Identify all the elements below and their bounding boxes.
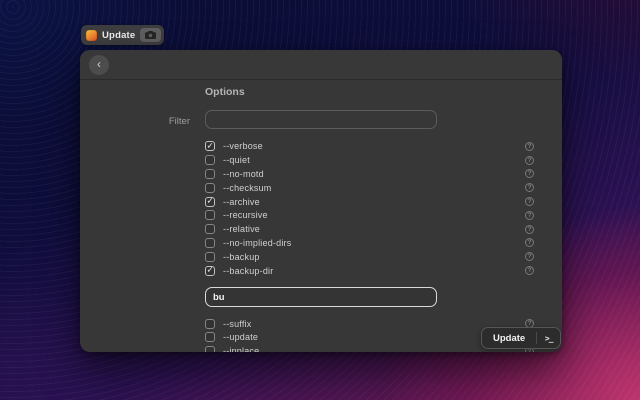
option-row: ✓ --checksum? [205,181,544,195]
help-icon[interactable]: ? [525,197,534,206]
check-icon: ✓ [206,142,213,151]
help-icon[interactable]: ? [525,156,534,165]
help-icon[interactable]: ? [525,142,534,151]
command-window: ‹ Options Filter ✓ --verbose? ✓ --quiet? ✓ --… [80,50,562,352]
filter-input[interactable] [205,110,437,129]
camera-icon[interactable] [140,28,161,42]
app-icon [86,30,97,41]
option-label: --backup [223,252,260,262]
option-label: --inplace [223,346,259,352]
command-tab[interactable]: Update [81,25,164,45]
option-label: --verbose [223,141,263,151]
option-checkbox[interactable]: ✓ [205,210,215,220]
option-checkbox[interactable]: ✓ [205,197,215,207]
back-button[interactable]: ‹ [89,55,109,75]
help-icon[interactable]: ? [525,211,534,220]
option-row: ✓ --recursive? [205,208,544,222]
filter-label: Filter [132,116,190,127]
option-row: ✓ --archive? [205,195,544,209]
option-label: --quiet [223,155,250,165]
help-icon[interactable]: ? [525,225,534,234]
option-label: --checksum [223,183,272,193]
check-icon: ✓ [206,266,213,275]
help-icon[interactable]: ? [525,252,534,261]
option-row: ✓ --verbose? [205,139,544,153]
option-label: --no-implied-dirs [223,238,291,248]
option-checkbox[interactable]: ✓ [205,155,215,165]
option-label: --recursive [223,210,268,220]
option-row: ✓ --no-motd? [205,167,544,181]
option-checkbox[interactable]: ✓ [205,319,215,329]
option-checkbox[interactable]: ✓ [205,141,215,151]
option-checkbox[interactable]: ✓ [205,252,215,262]
option-row: ✓ --backup? [205,250,544,264]
option-label: --suffix [223,319,251,329]
option-checkbox[interactable]: ✓ [205,224,215,234]
option-checkbox[interactable]: ✓ [205,266,215,276]
option-label: --relative [223,224,260,234]
option-checkbox[interactable]: ✓ [205,183,215,193]
option-checkbox[interactable]: ✓ [205,169,215,179]
option-label: --no-motd [223,169,264,179]
update-submit-button[interactable]: Update >_ [481,327,561,349]
option-label: --backup-dir [223,266,273,276]
option-row: ✓ --no-implied-dirs? [205,236,544,250]
option-row: ✓ --backup-dir? [205,264,544,278]
option-checkbox[interactable]: ✓ [205,332,215,342]
option-row: ✓ --quiet? [205,153,544,167]
window-header: ‹ [80,50,562,80]
option-checkbox[interactable]: ✓ [205,238,215,248]
option-label: --update [223,332,258,342]
option-row: ✓ --relative? [205,222,544,236]
terminal-icon[interactable]: >_ [537,328,560,348]
command-tab-label: Update [102,30,135,41]
options-heading: Options [205,86,245,98]
option-checkbox[interactable]: ✓ [205,346,215,352]
update-submit-label[interactable]: Update [482,328,536,348]
help-icon[interactable]: ? [525,169,534,178]
option-label: --archive [223,197,260,207]
help-icon[interactable]: ? [525,238,534,247]
help-icon[interactable]: ? [525,183,534,192]
backup-dir-input[interactable] [205,287,437,307]
check-icon: ✓ [206,197,213,206]
help-icon[interactable]: ? [525,266,534,275]
